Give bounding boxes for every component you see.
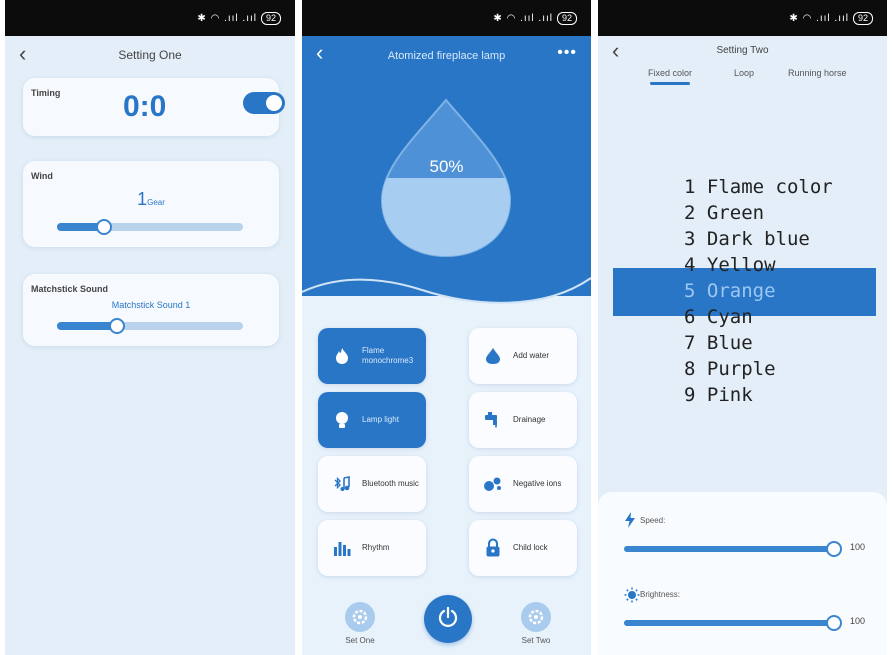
flame-mode-label: Flame monochrome3 — [362, 346, 414, 365]
lock-icon — [483, 538, 503, 558]
gear-icon — [521, 602, 551, 632]
speed-value: 100 — [850, 542, 866, 552]
wind-gear-unit: Gear — [147, 198, 165, 207]
list-item[interactable]: 8 Purple — [684, 356, 833, 382]
page-title: Atomized fireplace lamp — [387, 50, 506, 62]
gear-icon — [345, 602, 375, 632]
list-item[interactable]: 9 Pink — [684, 382, 833, 408]
tab-fixed-color[interactable]: Fixed color — [648, 68, 692, 78]
water-drop-icon — [483, 346, 503, 366]
status-bar: ✱ ◠ .ııl .ııl 92 — [598, 0, 887, 36]
lightning-icon — [624, 512, 636, 533]
tab-running-horse[interactable]: Running horse — [788, 68, 847, 78]
list-item[interactable]: 1 Flame color — [684, 174, 833, 200]
lamp-light-label: Lamp light — [362, 415, 399, 424]
ions-icon — [483, 474, 503, 494]
matchstick-slider-knob[interactable] — [108, 318, 125, 334]
matchstick-sound-value: Matchstick Sound 1 — [111, 300, 191, 310]
set-two-button[interactable]: Set Two — [514, 602, 558, 645]
faucet-icon — [483, 410, 503, 430]
matchstick-slider-fill — [57, 322, 117, 330]
add-water-label: Add water — [513, 351, 550, 360]
drainage-button[interactable]: Drainage — [469, 392, 577, 448]
speed-slider[interactable] — [624, 541, 842, 557]
status-icons: ✱ ◠ .ııl .ııl — [789, 12, 849, 24]
page-title: Setting Two — [716, 45, 769, 56]
wind-slider[interactable] — [57, 219, 243, 235]
main-control-screen: ✱ ◠ .ııl .ııl 92 ‹ Atomized fireplace la… — [302, 0, 591, 655]
speed-slider-fill — [624, 546, 834, 552]
status-icons: ✱ ◠ .ııl .ııl — [197, 12, 257, 24]
bulb-icon — [332, 410, 352, 430]
child-lock-button[interactable]: Child lock — [469, 520, 577, 576]
set-one-button[interactable]: Set One — [338, 602, 382, 645]
sun-icon — [624, 587, 640, 608]
brightness-label: Brightness: — [640, 590, 681, 599]
rhythm-button[interactable]: Rhythm — [318, 520, 426, 576]
setting-one-screen: ✱ ◠ .ııl .ııl 92 ‹ Setting One Timing 0:… — [5, 0, 295, 655]
drainage-label: Drainage — [513, 415, 546, 424]
lamp-light-button[interactable]: Lamp light — [318, 392, 426, 448]
speed-label: Speed: — [640, 516, 666, 525]
list-item[interactable]: 6 Cyan — [684, 304, 833, 330]
brightness-slider-knob[interactable] — [826, 615, 842, 631]
adjustment-sheet: Speed: 100 Brightness: 100 — [598, 492, 887, 655]
rhythm-label: Rhythm — [362, 543, 390, 552]
list-item-selected[interactable]: 5 Orange — [684, 278, 833, 304]
wind-gear-number: 1 — [137, 189, 148, 209]
flame-icon — [332, 346, 352, 366]
list-item[interactable]: 7 Blue — [684, 330, 833, 356]
bluetooth-music-icon — [332, 474, 352, 494]
negative-ions-button[interactable]: Negative ions — [469, 456, 577, 512]
status-icons: ✱ ◠ .ııl .ııl — [493, 12, 553, 24]
brightness-slider-fill — [624, 620, 834, 626]
battery-indicator: 92 — [556, 11, 577, 25]
timing-label: Timing — [31, 88, 61, 98]
header-wave — [302, 260, 591, 304]
setting-two-screen: ✱ ◠ .ııl .ııl 92 ‹ Setting Two Fixed col… — [598, 0, 887, 655]
active-tab-indicator — [650, 82, 690, 85]
list-item[interactable]: 3 Dark blue — [684, 226, 833, 252]
page-title: Setting One — [118, 48, 182, 62]
list-item[interactable]: 2 Green — [684, 200, 833, 226]
toggle-knob — [266, 95, 282, 111]
matchstick-label: Matchstick Sound — [31, 284, 109, 294]
status-bar: ✱ ◠ .ııl .ııl 92 — [5, 0, 295, 36]
water-drop-gauge — [380, 98, 512, 258]
battery-indicator: 92 — [852, 11, 873, 25]
timing-card: Timing 0:0 — [23, 78, 285, 136]
power-icon — [437, 606, 459, 633]
flame-mode-button[interactable]: Flame monochrome3 — [318, 328, 426, 384]
timing-toggle[interactable] — [243, 92, 285, 114]
timing-value[interactable]: 0:0 — [123, 90, 166, 124]
bluetooth-music-button[interactable]: Bluetooth music — [318, 456, 426, 512]
more-menu-button[interactable]: ••• — [557, 44, 577, 62]
wind-card: Wind 1Gear — [23, 161, 279, 247]
tab-loop[interactable]: Loop — [734, 68, 754, 78]
brightness-value: 100 — [850, 616, 866, 626]
equalizer-icon — [332, 538, 352, 558]
matchstick-card: Matchstick Sound Matchstick Sound 1 — [23, 274, 279, 346]
set-one-label: Set One — [345, 636, 375, 645]
brightness-slider[interactable] — [624, 615, 842, 631]
power-button[interactable] — [424, 595, 472, 643]
speed-slider-knob[interactable] — [826, 541, 842, 557]
matchstick-slider[interactable] — [57, 318, 243, 334]
wind-label: Wind — [31, 171, 53, 181]
battery-indicator: 92 — [260, 11, 281, 25]
child-lock-label: Child lock — [513, 543, 548, 552]
wind-slider-knob[interactable] — [95, 219, 112, 235]
wind-gear-value: 1Gear — [23, 189, 279, 210]
add-water-button[interactable]: Add water — [469, 328, 577, 384]
water-level-value: 50% — [429, 157, 464, 176]
list-item[interactable]: 4 Yellow — [684, 252, 833, 278]
mode-tabs: Fixed color Loop Running horse — [598, 68, 887, 88]
negative-ions-label: Negative ions — [513, 479, 562, 488]
status-bar: ✱ ◠ .ııl .ııl 92 — [302, 0, 591, 36]
bluetooth-music-label: Bluetooth music — [362, 479, 419, 488]
set-two-label: Set Two — [521, 636, 551, 645]
color-picker-list[interactable]: 1 Flame color 2 Green 3 Dark blue 4 Yell… — [684, 174, 833, 408]
